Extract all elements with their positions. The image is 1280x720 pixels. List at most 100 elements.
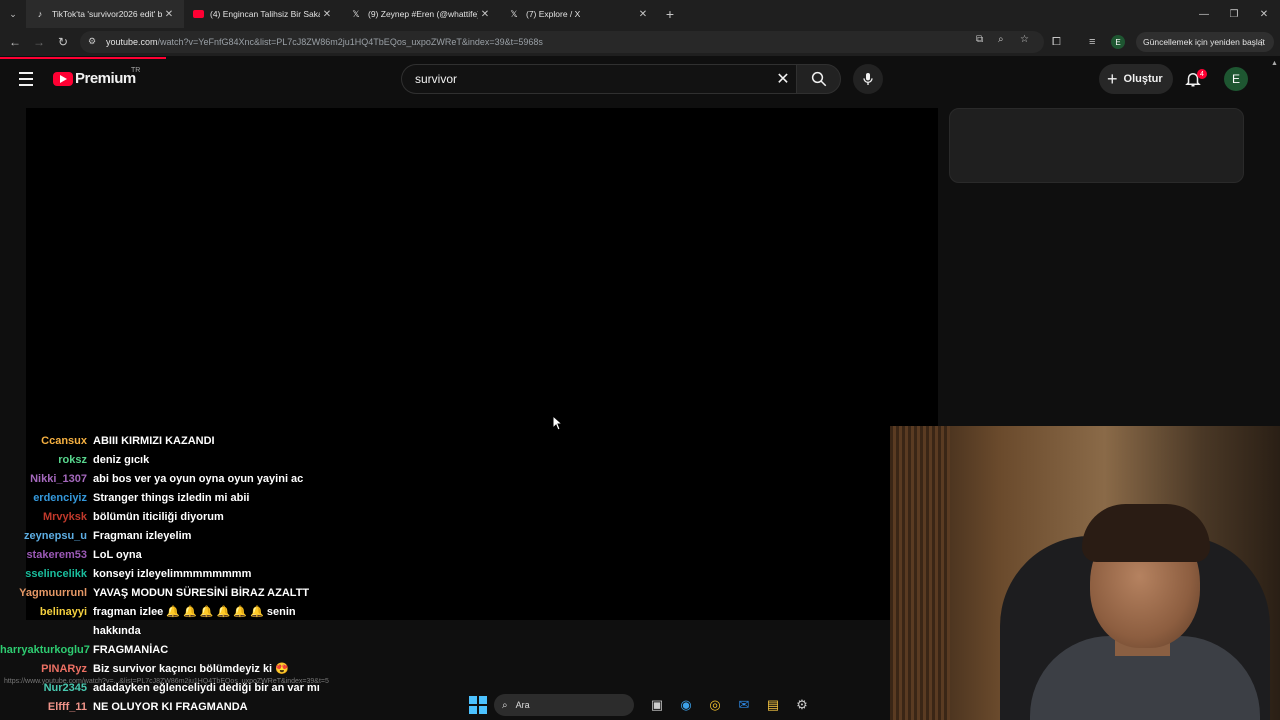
- file-explorer-icon[interactable]: ▤: [763, 695, 783, 715]
- chat-username: zeynepsu_u: [24, 530, 87, 542]
- chat-message-text: konseyi izleyelimmmmmmmm: [93, 568, 252, 580]
- chat-username: erdenciyiz: [33, 492, 87, 504]
- zoom-icon[interactable]: ⌕: [998, 34, 1004, 45]
- chat-message-text: FRAGMANİAC: [93, 644, 169, 656]
- chat-message: Elfff_11 NE OLUYOR KI FRAGMANDA: [0, 698, 360, 717]
- stream-chat-overlay: Ccansux ABIII KIRMIZI KAZANDI roksz deniz g…: [0, 432, 360, 717]
- chat-message: Yagmuurrunl YAVAŞ MODUN SÜRESİNİ BİRAZ AZ…: [0, 584, 360, 603]
- account-avatar[interactable]: E: [1224, 67, 1248, 91]
- edge-icon[interactable]: ◉: [676, 695, 696, 715]
- close-tab-icon[interactable]: ✕: [478, 9, 492, 20]
- chat-message-text: fragman izlee 🔔 🔔 🔔 🔔 🔔 🔔 senin hakkında: [93, 606, 296, 637]
- chat-message-text: Biz survivor kaçıncı bölümdeyiz ki 😍: [93, 663, 289, 675]
- chat-username: Elfff_11: [47, 701, 87, 713]
- close-window-icon[interactable]: ✕: [1248, 0, 1280, 28]
- update-button-label: Güncellemek için yeniden başlat: [1143, 37, 1265, 47]
- mail-icon[interactable]: ✉: [734, 695, 754, 715]
- youtube-header: Premium TR survivor ✕ + Oluştur 4 E: [0, 59, 1280, 99]
- create-button[interactable]: + Oluştur: [1099, 64, 1173, 94]
- chat-message: zeynepsu_u Fragmanı izleyelim: [0, 527, 360, 546]
- new-tab-icon[interactable]: +: [658, 6, 682, 22]
- close-tab-icon[interactable]: ✕: [636, 9, 650, 20]
- chat-message: sselincelikk konseyi izleyelimmmmmmmm: [0, 565, 360, 584]
- chat-message: belinayyi fragman izlee 🔔 🔔 🔔 🔔 🔔 🔔 senin…: [0, 603, 360, 641]
- tab-search-chevron-icon[interactable]: ⌄: [0, 0, 26, 28]
- chat-message: Mrvyksk bölümün iticiliği diyorum: [0, 508, 360, 527]
- install-app-icon[interactable]: ⧉: [976, 34, 983, 45]
- microphone-icon: [863, 73, 873, 85]
- windows-start-icon[interactable]: [469, 696, 487, 714]
- streamer-hair: [1082, 504, 1210, 562]
- browser-tab[interactable]: 𝕏 (9) Zeynep #Eren (@whattife) / ✕: [342, 0, 500, 28]
- x-icon: 𝕏: [510, 8, 518, 19]
- webcam-overlay: [890, 426, 1280, 720]
- browser-tab[interactable]: 𝕏 (7) Explore / X ✕: [500, 0, 658, 28]
- reload-icon[interactable]: ↻: [51, 30, 75, 54]
- site-info-icon[interactable]: ⚙: [88, 36, 100, 48]
- create-label: Oluştur: [1123, 73, 1163, 85]
- close-tab-icon[interactable]: ✕: [162, 9, 176, 20]
- tiktok-icon: ♪: [37, 9, 43, 19]
- chrome-icon[interactable]: ◎: [705, 695, 725, 715]
- x-icon: 𝕏: [352, 8, 360, 19]
- restore-icon[interactable]: ❐: [1218, 0, 1250, 28]
- logo-text: Premium: [75, 70, 136, 87]
- region-code: TR: [131, 67, 141, 74]
- reading-list-icon[interactable]: ≡: [1089, 28, 1095, 56]
- tab-title: (7) Explore / X: [526, 9, 581, 19]
- taskbar-search[interactable]: ⌕ Ara: [494, 694, 634, 716]
- chat-message-text: YAVAŞ MODUN SÜRESİNİ BİRAZ AZALTT: [93, 587, 310, 599]
- search-icon: ⌕: [502, 699, 508, 711]
- extensions-icon[interactable]: ⧠: [1052, 28, 1061, 56]
- chat-username: belinayyi: [39, 606, 87, 618]
- chat-message-text: NE OLUYOR KI FRAGMANDA: [93, 701, 248, 713]
- chat-message-text: LoL oyna: [93, 549, 142, 561]
- close-tab-icon[interactable]: ✕: [320, 9, 334, 20]
- screen: ⌄ ♪ TikTok'ta 'survivor2026 edit' bu ✕ (…: [0, 0, 1280, 720]
- search-value: survivor: [415, 72, 458, 86]
- chat-username: harryakturkoglu7: [0, 644, 90, 656]
- wood-panel: [890, 426, 950, 720]
- chat-username: Nikki_1307: [30, 473, 87, 485]
- youtube-premium-logo[interactable]: Premium TR: [53, 67, 140, 87]
- sidebar-placeholder-card: [949, 108, 1244, 183]
- back-icon[interactable]: ←: [3, 30, 27, 54]
- tab-title: TikTok'ta 'survivor2026 edit' bu: [52, 9, 162, 19]
- tab-title: (9) Zeynep #Eren (@whattife) /: [368, 9, 478, 19]
- bookmark-star-icon[interactable]: ☆: [1020, 34, 1029, 45]
- chat-username: Mrvyksk: [42, 511, 87, 523]
- chat-message: roksz deniz gıcık: [0, 451, 360, 470]
- clear-search-icon[interactable]: ✕: [771, 69, 795, 89]
- update-restart-button[interactable]: Güncellemek için yeniden başlat ⋮: [1136, 32, 1274, 52]
- chat-username: Ccansux: [41, 435, 87, 447]
- chat-username: PINARyz: [41, 663, 87, 675]
- plus-icon: +: [1107, 69, 1118, 89]
- chat-message: Nikki_1307 abi bos ver ya oyun oyna oyun …: [0, 470, 360, 489]
- search-button[interactable]: [796, 64, 841, 94]
- task-view-icon[interactable]: ▣: [647, 695, 667, 715]
- profile-mini-avatar[interactable]: E: [1111, 28, 1125, 56]
- tab-title: (4) Engincan Talihsiz Bir Sakatlık: [210, 9, 320, 19]
- chat-message: harryakturkoglu7 FRAGMANİAC: [0, 641, 360, 660]
- forward-icon[interactable]: →: [27, 30, 51, 54]
- search-input[interactable]: survivor: [401, 64, 796, 94]
- scroll-up-arrow-icon[interactable]: ▲: [1271, 60, 1278, 67]
- url-host: youtube.com: [106, 37, 158, 47]
- browser-tab[interactable]: ♪ TikTok'ta 'survivor2026 edit' bu ✕: [26, 0, 184, 28]
- voice-search-button[interactable]: [853, 64, 883, 94]
- taskbar-search-placeholder: Ara: [515, 700, 530, 710]
- menu-icon[interactable]: [16, 69, 36, 89]
- chat-message: Ccansux ABIII KIRMIZI KAZANDI: [0, 432, 360, 451]
- mouse-cursor-icon: [552, 415, 562, 431]
- browser-menu-icon[interactable]: ⋮: [1258, 37, 1267, 48]
- youtube-icon: [192, 8, 204, 20]
- minimize-icon[interactable]: —: [1188, 0, 1220, 28]
- address-bar[interactable]: ⚙ youtube.com/watch?v=YeFnfG84Xnc&list=P…: [80, 31, 1044, 53]
- browser-tab[interactable]: (4) Engincan Talihsiz Bir Sakatlık ✕: [184, 0, 342, 28]
- settings-icon[interactable]: ⚙: [792, 695, 812, 715]
- chat-message-text: deniz gıcık: [93, 454, 150, 466]
- notifications-button[interactable]: 4: [1182, 68, 1207, 90]
- chat-message: stakerem53 LoL oyna: [0, 546, 360, 565]
- windows-taskbar: ⌕ Ara ▣ ◉ ◎ ✉ ▤ ⚙: [460, 690, 820, 720]
- url-text: youtube.com/watch?v=YeFnfG84Xnc&list=PL7…: [106, 37, 543, 47]
